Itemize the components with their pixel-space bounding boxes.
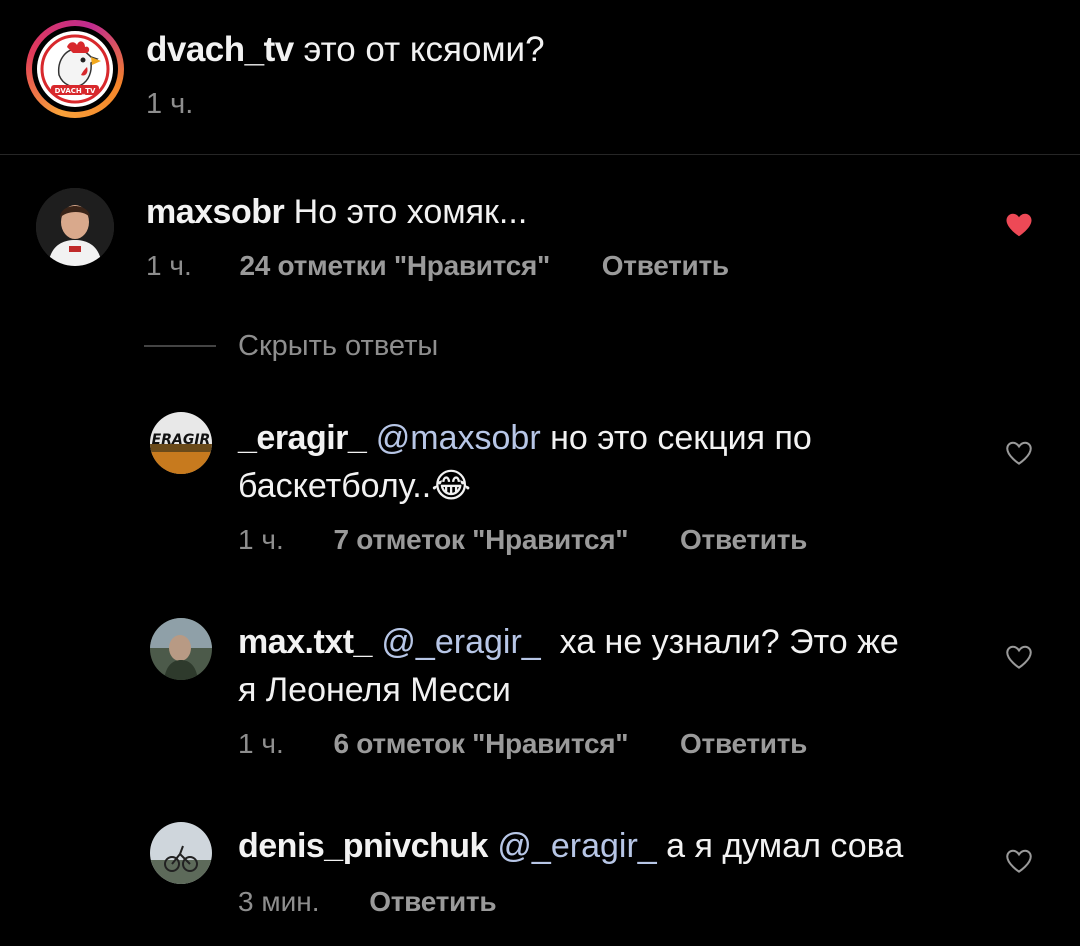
reply-maxtxt: max.txt_ @_eragir_ ха не узнали? Это же …: [238, 618, 978, 714]
heart-outline-icon[interactable]: [1004, 846, 1034, 876]
reply-denis: denis_pnivchuk @_eragir_ а я думал сова: [238, 822, 978, 870]
reply-avatar-denis[interactable]: [150, 822, 212, 884]
reply-avatar-eragir[interactable]: ERAGIR: [150, 412, 212, 474]
comment-avatar-maxsobr[interactable]: [36, 188, 114, 266]
reply-text-line1: ха не узнали? Это же: [540, 623, 899, 661]
reply-text-line1: а я думал сова: [656, 827, 904, 865]
divider: [0, 154, 1080, 155]
reply-time: 3 мин.: [238, 886, 320, 917]
post-caption: dvach_tv это от ксяоми?: [146, 28, 545, 72]
reply-meta: 1 ч. 7 отметок "Нравится" Ответить: [238, 524, 807, 556]
mention-link[interactable]: @maxsobr: [376, 419, 541, 457]
reply-button[interactable]: Ответить: [680, 524, 807, 555]
comment-time: 1 ч.: [146, 250, 192, 281]
comment-likes-count[interactable]: 24 отметки "Нравится": [240, 250, 551, 281]
eragir-avatar-icon: ERAGIR: [150, 412, 212, 474]
reply-time: 1 ч.: [238, 728, 284, 759]
reply-likes-count[interactable]: 6 отметок "Нравится": [334, 728, 629, 759]
laughing-emoji: 😂: [431, 467, 471, 505]
logo-text: DVACH_TV: [55, 87, 96, 95]
heart-filled-icon[interactable]: [1004, 210, 1034, 240]
eragir-avatar-text: ERAGIR: [152, 432, 211, 448]
mention-link[interactable]: @_eragir_: [381, 623, 540, 661]
hide-replies-line: [144, 345, 216, 347]
heart-outline-icon[interactable]: [1004, 642, 1034, 672]
reply-text-line1: но это секция по: [540, 419, 812, 457]
mention-link[interactable]: @_eragir_: [497, 827, 656, 865]
denis-avatar-icon: [150, 822, 212, 884]
maxtxt-avatar-icon: [150, 618, 212, 680]
reply-meta: 1 ч. 6 отметок "Нравится" Ответить: [238, 728, 807, 760]
profile-photo-icon: [36, 188, 114, 266]
reply-username[interactable]: max.txt_: [238, 623, 372, 661]
post-author-avatar[interactable]: DVACH_TV: [26, 20, 124, 118]
reply-username[interactable]: denis_pnivchuk: [238, 827, 488, 865]
reply-button[interactable]: Ответить: [680, 728, 807, 759]
reply-button[interactable]: Ответить: [602, 250, 729, 281]
reply-avatar-maxtxt[interactable]: [150, 618, 212, 680]
reply-button[interactable]: Ответить: [369, 886, 496, 917]
reply-time: 1 ч.: [238, 524, 284, 555]
reply-text-line2: я Леонеля Месси: [238, 671, 511, 709]
post-time: 1 ч.: [146, 88, 194, 120]
post-caption-text: это от ксяоми?: [293, 30, 545, 69]
reply-eragir: _eragir_ @maxsobr но это секция по баске…: [238, 414, 978, 510]
comment-text: Но это хомяк...: [284, 193, 528, 231]
reply-likes-count[interactable]: 7 отметок "Нравится": [334, 524, 629, 555]
comment-username[interactable]: maxsobr: [146, 193, 285, 231]
rooster-logo-icon: DVACH_TV: [37, 31, 113, 107]
comment-maxsobr: maxsobr Но это хомяк...: [146, 188, 527, 236]
reply-text-line2: баскетболу..: [238, 467, 432, 505]
heart-outline-icon[interactable]: [1004, 438, 1034, 468]
comment-meta: 1 ч. 24 отметки "Нравится" Ответить: [146, 250, 729, 282]
reply-username[interactable]: _eragir_: [238, 419, 367, 457]
hide-replies-button[interactable]: Скрыть ответы: [238, 330, 438, 363]
reply-meta: 3 мин. Ответить: [238, 886, 497, 918]
post-author-username[interactable]: dvach_tv: [146, 30, 294, 69]
